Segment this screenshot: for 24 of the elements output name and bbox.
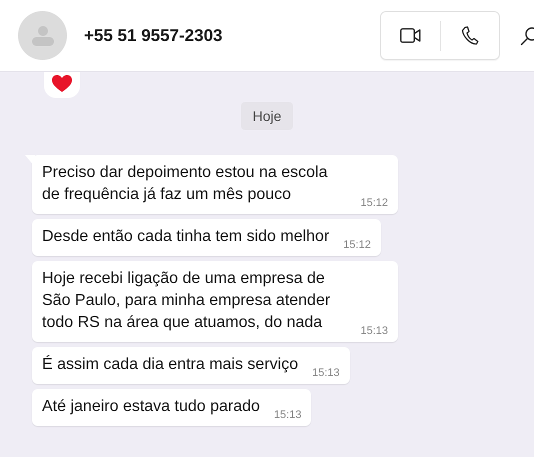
message-bubble[interactable]: Desde então cada tinha tem sido melhor 15:12	[32, 219, 381, 256]
message-bubble[interactable]: É assim cada dia entra mais serviço 15:13	[32, 347, 350, 384]
video-camera-icon	[400, 28, 421, 43]
contact-name[interactable]: +55 51 9557-2303	[84, 26, 380, 46]
search-button[interactable]	[520, 26, 534, 46]
message-bubble[interactable]: Preciso dar depoimento estou na escola de frequência já faz um mês pouco 15:12	[32, 155, 398, 214]
message-text: Hoje recebi ligação de uma empresa de São Paulo, para minha empresa atender todo RS na área que atuamos, do nada	[42, 269, 332, 333]
search-icon	[520, 26, 534, 46]
message-time: 15:13	[274, 409, 302, 421]
message-text: Desde então cada tinha tem sido melhor	[42, 227, 330, 247]
message-bubble[interactable]: Até janeiro estava tudo parado 15:13	[32, 389, 312, 426]
message-text: É assim cada dia entra mais serviço	[42, 354, 298, 375]
message-text: Preciso dar depoimento estou na escola de frequência já faz um mês pouco	[42, 163, 329, 205]
person-icon	[32, 24, 54, 46]
message-bubble[interactable]: Hoje recebi ligação de uma empresa de São Paulo, para minha empresa atender todo RS na área que atuamos, do nada 15:13	[32, 261, 398, 342]
message-time: 15:13	[360, 325, 388, 337]
message-time: 15:12	[343, 239, 371, 251]
reaction-badge[interactable]	[44, 70, 80, 98]
message-text: Até janeiro estava tudo parado	[42, 397, 260, 417]
message-time: 15:12	[360, 197, 388, 209]
phone-icon	[460, 26, 479, 46]
heart-icon	[52, 75, 72, 93]
message-time: 15:13	[312, 367, 340, 379]
date-chip: Hoje	[240, 102, 294, 130]
